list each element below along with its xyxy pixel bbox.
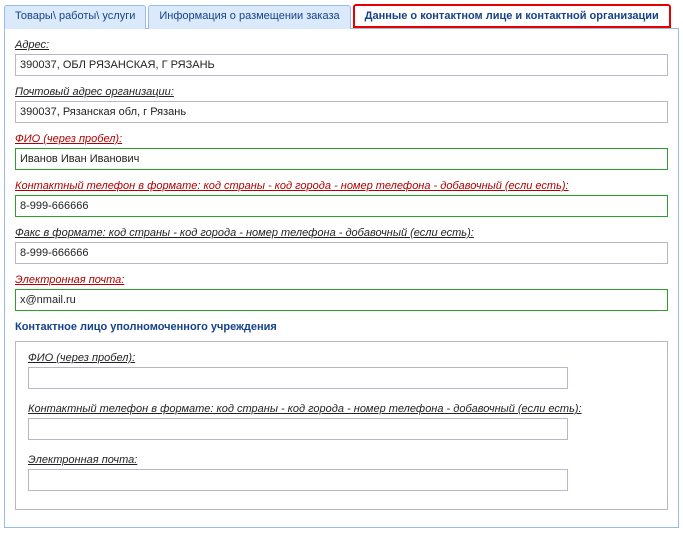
input-fio[interactable] (15, 148, 668, 170)
input-auth-fio[interactable] (28, 367, 568, 389)
fieldset-auth-contact: ФИО (через пробел): Контактный телефон в… (15, 341, 668, 510)
label-email: Электронная почта: (15, 274, 668, 286)
input-phone[interactable] (15, 195, 668, 217)
input-address[interactable] (15, 54, 668, 76)
input-email[interactable] (15, 289, 668, 311)
input-postal[interactable] (15, 101, 668, 123)
tabs: Товары\ работы\ услуги Информация о разм… (4, 4, 679, 28)
label-fax: Факс в формате: код страны - код города … (15, 227, 668, 239)
input-auth-email[interactable] (28, 469, 568, 491)
tab-order-info[interactable]: Информация о размещении заказа (148, 5, 350, 29)
tab-contact-data[interactable]: Данные о контактном лице и контактной ор… (353, 4, 671, 28)
input-auth-phone[interactable] (28, 418, 568, 440)
panel-contact: Адрес: Почтовый адрес организации: ФИО (… (4, 28, 679, 528)
label-postal: Почтовый адрес организации: (15, 86, 668, 98)
label-auth-phone: Контактный телефон в формате: код страны… (28, 403, 655, 415)
label-phone: Контактный телефон в формате: код страны… (15, 180, 668, 192)
label-auth-email: Электронная почта: (28, 454, 655, 466)
label-fio: ФИО (через пробел): (15, 133, 668, 145)
tab-goods[interactable]: Товары\ работы\ услуги (4, 5, 146, 29)
fieldset-title: Контактное лицо уполномоченного учрежден… (15, 321, 668, 333)
label-address: Адрес: (15, 39, 668, 51)
input-fax[interactable] (15, 242, 668, 264)
label-auth-fio: ФИО (через пробел): (28, 352, 655, 364)
